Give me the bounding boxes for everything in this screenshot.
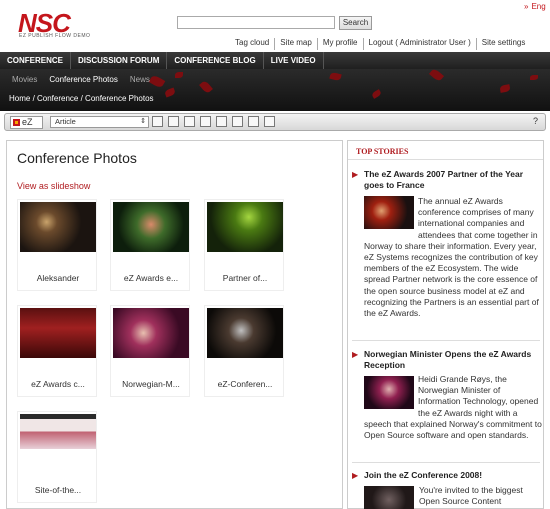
user-links: Tag cloud Site map My profile Logout ( A… — [230, 38, 530, 50]
story-separator — [352, 340, 540, 341]
sub-nav: Movies Conference Photos News — [6, 74, 156, 86]
move-icon[interactable] — [184, 116, 195, 127]
petal-decoration — [329, 71, 342, 82]
photo-caption[interactable]: eZ-Conferen... — [205, 379, 285, 389]
search-input[interactable] — [177, 16, 335, 29]
table-icon[interactable] — [248, 116, 259, 127]
subnav-movies[interactable]: Movies — [6, 74, 43, 86]
sort-icon[interactable] — [216, 116, 227, 127]
photo-caption[interactable]: eZ Awards e... — [111, 273, 191, 283]
ez-toolbar-brand[interactable]: eZ — [10, 116, 43, 129]
photo-caption[interactable]: Aleksander — [18, 273, 98, 283]
list-icon[interactable] — [232, 116, 243, 127]
triangle-right-icon: ▶ — [352, 471, 359, 480]
photo-card[interactable]: Aleksander — [17, 199, 97, 291]
petal-decoration — [175, 72, 183, 78]
language-switch[interactable]: » Eng — [524, 2, 546, 11]
remove-icon[interactable] — [200, 116, 211, 127]
top-stories-heading: TOP STORIES — [356, 147, 409, 156]
photo-card[interactable]: eZ Awards e... — [110, 199, 190, 291]
photo-caption[interactable]: Site-of-the... — [18, 485, 98, 495]
petal-decoration — [371, 89, 382, 99]
photo-card[interactable]: Site-of-the... — [17, 411, 97, 503]
site-settings-link[interactable]: Site settings — [475, 38, 531, 50]
updown-icon: ⇕ — [140, 118, 146, 125]
ez-brand-label: eZ — [22, 117, 33, 127]
photo-thumbnail[interactable] — [20, 308, 96, 358]
logo-subtitle: EZ PUBLISH FLOW DEMO — [19, 33, 91, 39]
photo-caption[interactable]: Partner of... — [205, 273, 285, 283]
story-summary: Heidi Grande Røys, the Norwegian Ministe… — [364, 374, 544, 441]
subnav-conference-photos[interactable]: Conference Photos — [43, 74, 124, 86]
petal-decoration — [499, 84, 511, 93]
photo-caption[interactable]: eZ Awards c... — [18, 379, 98, 389]
class-select-value: Article — [55, 117, 76, 126]
class-select[interactable]: Article ⇕ — [50, 116, 149, 128]
photo-caption[interactable]: Norwegian-M... — [111, 379, 191, 389]
petal-decoration — [164, 87, 176, 98]
photo-thumbnail[interactable] — [113, 308, 189, 358]
site-map-link[interactable]: Site map — [274, 38, 317, 50]
story-title[interactable]: The eZ Awards 2007 Partner of the Year g… — [364, 169, 542, 191]
breadcrumb[interactable]: Home / Conference / Conference Photos — [9, 94, 154, 103]
slideshow-link[interactable]: View as slideshow — [17, 181, 90, 191]
logout-link[interactable]: Logout ( Administrator User ) — [362, 38, 476, 50]
subnav-news[interactable]: News — [124, 74, 156, 86]
petal-decoration — [530, 75, 538, 80]
image-spacer — [364, 374, 418, 408]
photo-thumbnail[interactable] — [20, 202, 96, 252]
copy-icon[interactable] — [264, 116, 275, 127]
nav-discussion-forum[interactable]: DISCUSSION FORUM — [71, 52, 168, 69]
page-title: Conference Photos — [17, 150, 137, 166]
photo-card[interactable]: Partner of... — [204, 199, 284, 291]
main-nav: CONFERENCE DISCUSSION FORUM CONFERENCE B… — [0, 52, 550, 69]
petal-decoration — [199, 79, 213, 95]
search-button[interactable]: Search — [339, 16, 372, 30]
edit-icon[interactable] — [168, 116, 179, 127]
arrow-right-icon: » — [524, 2, 529, 11]
story-image[interactable] — [364, 486, 414, 509]
photo-thumbnail[interactable] — [20, 414, 96, 464]
nav-conference-blog[interactable]: CONFERENCE BLOG — [167, 52, 264, 69]
nav-live-video[interactable]: LIVE VIDEO — [264, 52, 324, 69]
triangle-right-icon: ▶ — [352, 170, 359, 179]
story-title[interactable]: Join the eZ Conference 2008! — [364, 470, 542, 481]
tag-cloud-link[interactable]: Tag cloud — [230, 38, 274, 50]
photo-card[interactable]: Norwegian-M... — [110, 305, 190, 397]
story-summary: You're invited to the biggest Open Sourc… — [419, 485, 523, 507]
story-title[interactable]: Norwegian Minister Opens the eZ Awards R… — [364, 349, 542, 371]
story-summary: The annual eZ Awards conference comprise… — [364, 196, 544, 319]
my-profile-link[interactable]: My profile — [316, 38, 363, 50]
photo-thumbnail[interactable] — [207, 308, 283, 358]
triangle-right-icon: ▶ — [352, 350, 359, 359]
help-icon[interactable]: ? — [533, 116, 538, 126]
create-icon[interactable] — [152, 116, 163, 127]
photo-card[interactable]: eZ-Conferen... — [204, 305, 284, 397]
photo-thumbnail[interactable] — [207, 202, 283, 252]
image-spacer — [364, 196, 418, 230]
story-separator — [352, 462, 540, 463]
language-label: Eng — [531, 2, 546, 11]
nav-conference[interactable]: CONFERENCE — [0, 52, 72, 69]
photo-card[interactable]: eZ Awards c... — [17, 305, 97, 397]
petal-decoration — [428, 69, 445, 83]
photo-thumbnail[interactable] — [113, 202, 189, 252]
ez-logo-icon — [13, 119, 20, 126]
